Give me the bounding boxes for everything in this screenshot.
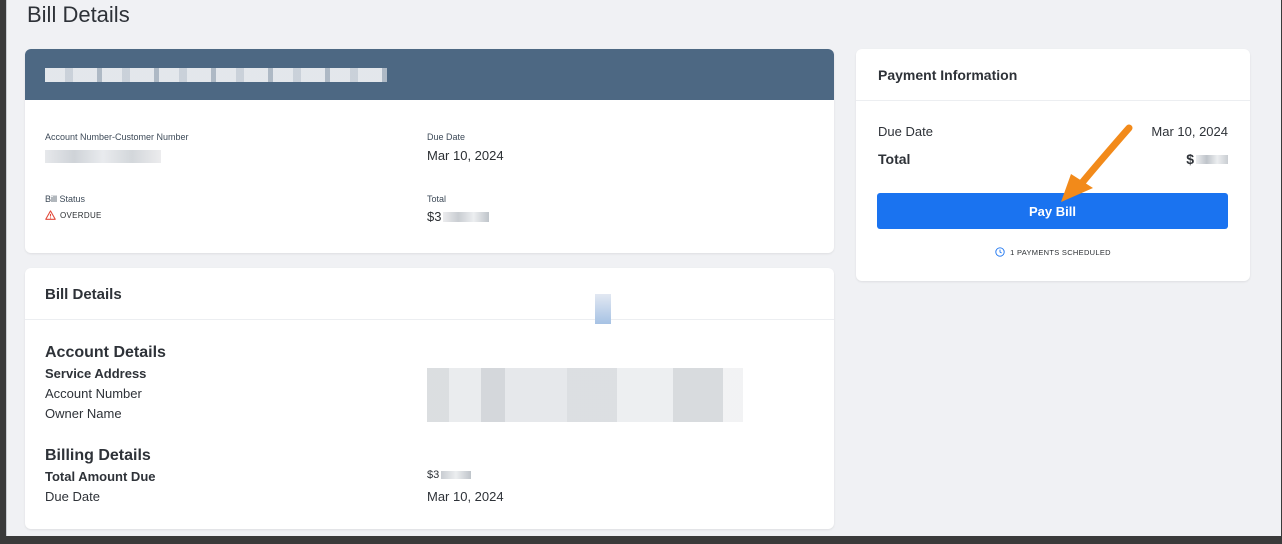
payment-due-label: Due Date xyxy=(878,124,933,139)
bill-details-card: Bill Details Account Details Service Add… xyxy=(25,268,834,529)
total-amount-due-row: $3 xyxy=(427,469,472,481)
bill-details-header: Bill Details xyxy=(25,268,834,324)
payments-scheduled[interactable]: 1 PAYMENTS SCHEDULED xyxy=(856,247,1250,257)
account-number-label: Account Number-Customer Number xyxy=(45,132,189,142)
payment-total-row: $ xyxy=(1186,151,1228,167)
bill-status: OVERDUE xyxy=(45,210,102,220)
account-details-heading: Account Details xyxy=(45,344,166,361)
mouse-cursor-artifact xyxy=(595,294,611,324)
account-summary-card: Account Number-Customer Number Due Date … xyxy=(25,49,834,253)
bill-details-title: Bill Details xyxy=(45,286,122,303)
service-address-label: Service Address xyxy=(45,366,147,381)
page-title: Bill Details xyxy=(27,2,130,27)
pay-bill-button[interactable]: Pay Bill xyxy=(877,193,1228,229)
due-date-row-value: Mar 10, 2024 xyxy=(427,489,504,504)
payments-scheduled-text: 1 PAYMENTS SCHEDULED xyxy=(1010,247,1111,257)
account-banner xyxy=(25,49,834,100)
due-date-value: Mar 10, 2024 xyxy=(427,148,504,163)
clock-icon xyxy=(995,247,1005,257)
total-label: Total xyxy=(427,194,447,204)
owner-name-label: Owner Name xyxy=(45,406,122,421)
payment-title: Payment Information xyxy=(878,67,1018,83)
total-value: $3 xyxy=(427,209,442,224)
redacted-account-name xyxy=(45,68,387,82)
pointer-arrow-icon xyxy=(1061,124,1133,202)
total-value-row: $3 xyxy=(427,209,490,224)
warning-triangle-icon xyxy=(45,210,56,220)
billing-details-heading: Billing Details xyxy=(45,447,151,464)
due-date-row-label: Due Date xyxy=(45,489,100,504)
payment-header: Payment Information xyxy=(856,49,1250,101)
redacted-payment-total xyxy=(1196,154,1228,164)
due-date-label: Due Date xyxy=(427,132,466,142)
bill-status-label: Bill Status xyxy=(45,194,86,204)
redacted-total-amount xyxy=(443,211,490,222)
payment-information-card: Payment Information Due Date Mar 10, 202… xyxy=(856,49,1250,281)
payment-total-label: Total xyxy=(878,151,911,167)
account-number-row-label: Account Number xyxy=(45,386,142,401)
bill-status-value: OVERDUE xyxy=(60,210,102,220)
redacted-account-details xyxy=(427,368,743,422)
redacted-account-number xyxy=(45,150,161,163)
total-amount-due-label: Total Amount Due xyxy=(45,469,156,484)
payment-due-value: Mar 10, 2024 xyxy=(1151,124,1228,139)
payment-total-value: $ xyxy=(1186,151,1194,167)
app-window: Bill Details Account Number-Customer Num… xyxy=(6,0,1281,536)
total-amount-due-value: $3 xyxy=(427,469,440,481)
redacted-amount xyxy=(441,471,472,479)
